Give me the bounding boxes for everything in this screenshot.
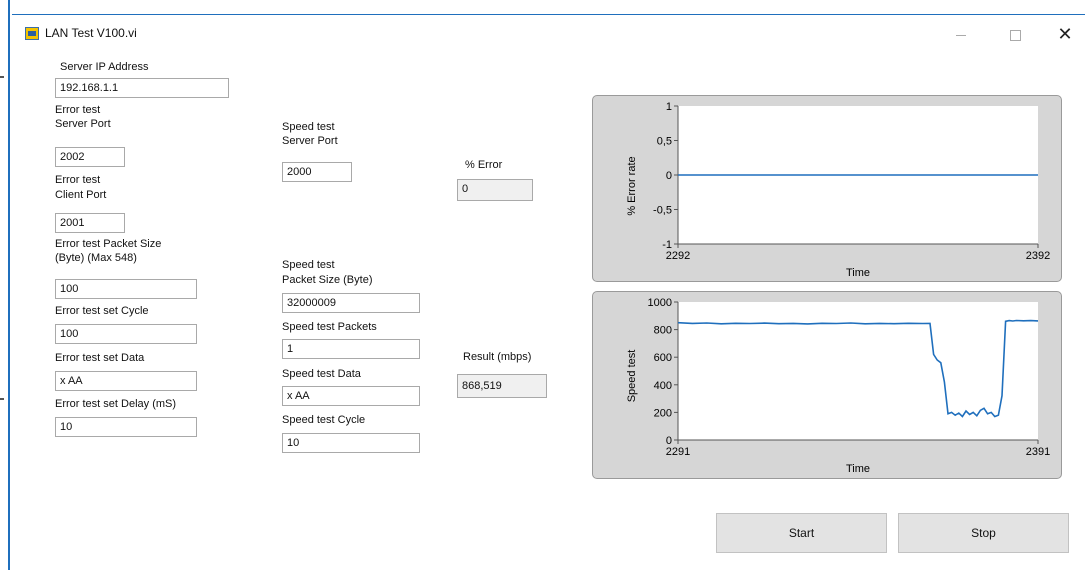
speed-server-port-field[interactable]: 2000 — [282, 162, 352, 182]
error-percent-label: % Error — [465, 159, 503, 171]
x-tick-label: 2292 — [666, 250, 690, 262]
y-axis-label: % Error rate — [626, 156, 638, 215]
y-tick-label: 0,5 — [657, 136, 672, 148]
y-tick-label: 600 — [654, 352, 672, 364]
error-client-port-field[interactable]: 2001 — [55, 213, 125, 233]
speed-packet-size-field[interactable]: 32000009 — [282, 293, 420, 313]
speed-packets-field[interactable]: 1 — [282, 339, 420, 359]
error-server-port-label-1: Error test — [55, 104, 101, 116]
y-tick-label: 1 — [666, 101, 672, 113]
y-tick-label: 200 — [654, 407, 672, 419]
speed-server-port-label-1: Speed test — [282, 121, 335, 133]
close-button[interactable]: ✕ — [1042, 21, 1085, 47]
maximize-icon — [1009, 29, 1021, 41]
error-percent-indicator: 0 — [457, 179, 533, 201]
speed-cycle-label: Speed test Cycle — [282, 414, 366, 426]
error-delay-field[interactable]: 10 — [55, 417, 197, 437]
start-button[interactable]: Start — [716, 513, 887, 553]
result-label: Result (mbps) — [463, 351, 532, 363]
error-rate-chart-svg: % Error rate Time 10,50-0,5-12292 2392 — [626, 101, 1050, 279]
left-window-edge — [0, 0, 10, 570]
x-tick-label: 2291 — [666, 446, 690, 458]
error-delay-label: Error test set Delay (mS) — [55, 398, 177, 410]
server-ip-field[interactable]: 192.168.1.1 — [55, 78, 229, 98]
y-tick-label: 1000 — [648, 297, 672, 309]
error-packet-size-field[interactable]: 100 — [55, 279, 197, 299]
edge-mark — [0, 76, 4, 78]
y-tick-label: 400 — [654, 380, 672, 392]
stop-button[interactable]: Stop — [898, 513, 1069, 553]
y-tick-label: -0,5 — [653, 205, 672, 217]
server-ip-label: Server IP Address — [60, 61, 149, 73]
speed-cycle-field[interactable]: 10 — [282, 433, 420, 453]
speed-packet-size-label-2: Packet Size (Byte) — [282, 274, 373, 286]
speed-data-label: Speed test Data — [282, 368, 361, 380]
title-bar[interactable]: LAN Test V100.vi ✕ — [12, 15, 1085, 51]
x-tick-label: 2392 — [1026, 250, 1050, 262]
speed-data-field[interactable]: x AA — [282, 386, 420, 406]
y-tick-label: 0 — [666, 170, 672, 182]
speed-packets-label: Speed test Packets — [282, 321, 377, 333]
error-cycle-field[interactable]: 100 — [55, 324, 197, 344]
x-axis-label: Time — [846, 463, 870, 475]
error-server-port-field[interactable]: 2002 — [55, 147, 125, 167]
error-rate-graph[interactable]: % Error rate Time 1 0,5 0 -0,5 -1 2292 2392 — [592, 95, 1062, 282]
error-data-label: Error test set Data — [55, 352, 145, 364]
error-client-port-label-1: Error test — [55, 174, 101, 186]
speed-packet-size-label-1: Speed test — [282, 259, 335, 271]
error-client-port-label-2: Client Port — [55, 189, 107, 201]
error-cycle-label: Error test set Cycle — [55, 305, 149, 317]
speed-test-chart-svg: Speed test Time 100080060040020002291 239… — [626, 297, 1050, 475]
y-tick-label: 800 — [654, 325, 672, 337]
speed-server-port-label-2: Server Port — [282, 135, 338, 147]
x-tick-label: 2391 — [1026, 446, 1050, 458]
labview-vi-icon — [25, 27, 39, 40]
y-axis-label: Speed test — [626, 350, 638, 403]
edge-mark — [0, 398, 4, 400]
result-indicator: 868,519 — [457, 374, 547, 398]
window-title: LAN Test V100.vi — [45, 26, 137, 40]
error-server-port-label-2: Server Port — [55, 118, 111, 130]
minimize-button[interactable] — [938, 21, 984, 47]
speed-test-graph[interactable]: Speed test Time 1000 800 600 400 200 0 2291 239… — [592, 291, 1062, 479]
close-icon: ✕ — [1057, 24, 1073, 44]
minimize-icon — [956, 34, 966, 36]
error-data-field[interactable]: x AA — [55, 371, 197, 391]
error-packet-size-label-1: Error test Packet Size — [55, 238, 162, 250]
x-axis-label: Time — [846, 267, 870, 279]
maximize-button[interactable] — [992, 21, 1038, 47]
vi-window: LAN Test V100.vi ✕ Server IP Address 192… — [12, 14, 1085, 571]
error-packet-size-label-2: (Byte) (Max 548) — [55, 252, 137, 264]
